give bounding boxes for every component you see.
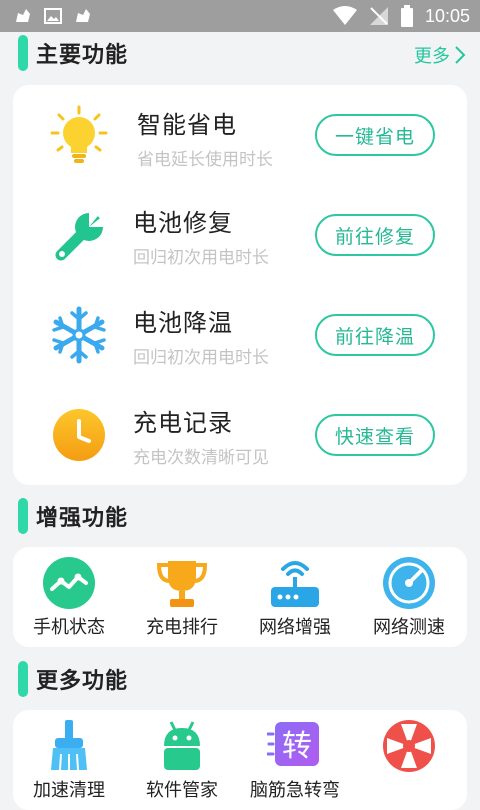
feature-row-power-saving: 智能省电 省电延长使用时长 一键省电	[13, 85, 467, 185]
clock-time: 10:05	[424, 5, 470, 26]
feature-row-battery-repair: 电池修复 回归初次用电时长 前往修复	[13, 185, 467, 285]
feature-title: 电池修复	[133, 209, 233, 237]
wrench-icon	[55, 207, 109, 261]
power-saving-button[interactable]: 一键省电	[315, 114, 435, 156]
no-signal-icon	[369, 7, 388, 25]
grid-label: 网络增强	[259, 617, 331, 638]
main-functions-card: 智能省电 省电延长使用时长 一键省电 电池修复 回归初次用电时长 前往修复 电池…	[13, 85, 467, 485]
more-functions-card: 加速清理 软件管家 转 脑筋急转弯	[13, 710, 467, 810]
router-icon	[271, 561, 319, 607]
main-section-header: 主要功能	[18, 35, 128, 71]
more-section-header: 更多功能	[18, 661, 128, 697]
phone-status-icon	[43, 557, 95, 609]
trophy-icon	[156, 561, 208, 607]
feature-subtitle: 回归初次用电时长	[133, 348, 269, 368]
lightbulb-icon	[50, 105, 108, 163]
battery-repair-button[interactable]: 前往修复	[315, 214, 435, 256]
enhance-section-title: 增强功能	[36, 506, 129, 531]
section-accent-bar	[18, 661, 28, 697]
grid-label: 手机状态	[33, 617, 105, 638]
zhuan-glyph: 转	[282, 729, 312, 764]
section-accent-bar	[18, 35, 28, 71]
feature-subtitle: 充电次数清晰可见	[133, 448, 269, 468]
charge-record-button[interactable]: 快速查看	[315, 414, 435, 456]
feature-title: 充电记录	[133, 409, 233, 437]
grid-item-app-manager[interactable]: 软件管家	[126, 710, 238, 810]
grid-label: 脑筋急转弯	[250, 780, 340, 801]
notification-icon	[76, 9, 90, 22]
grid-item-phone-status[interactable]: 手机状态	[13, 547, 125, 647]
wheel-icon	[383, 720, 435, 772]
battery-cooling-button[interactable]: 前往降温	[315, 314, 435, 356]
more-link[interactable]: 更多	[414, 42, 466, 68]
grid-label: 网络测速	[373, 617, 445, 638]
more-label: 更多	[414, 46, 450, 67]
android-icon	[164, 721, 200, 770]
grid-label: 加速清理	[33, 780, 105, 801]
chevron-right-icon	[455, 46, 466, 64]
battery-icon	[400, 5, 413, 27]
grid-label: 充电排行	[146, 617, 218, 638]
feature-row-battery-cooling: 电池降温 回归初次用电时长 前往降温	[13, 285, 467, 385]
feature-title: 智能省电	[137, 111, 237, 139]
notification-icon	[16, 9, 30, 22]
snowflake-icon	[52, 306, 106, 364]
enhance-functions-card: 手机状态 充电排行 网络增强 网络测速	[13, 547, 467, 647]
zhuan-icon: 转	[267, 722, 319, 766]
grid-item-network-boost[interactable]: 网络增强	[239, 547, 351, 647]
status-bar: 10:05	[0, 0, 480, 32]
feature-subtitle: 回归初次用电时长	[133, 248, 269, 268]
grid-item-lucky-wheel[interactable]	[353, 710, 465, 810]
grid-item-brain-teaser[interactable]: 转 脑筋急转弯	[239, 710, 351, 810]
clock-icon	[53, 409, 105, 461]
grid-item-speed-test[interactable]: 网络测速	[353, 547, 465, 647]
feature-title: 电池降温	[133, 309, 233, 337]
feature-row-charge-record: 充电记录 充电次数清晰可见 快速查看	[13, 385, 467, 485]
speedometer-icon	[383, 557, 435, 609]
main-section-title: 主要功能	[36, 43, 129, 68]
grid-label: 软件管家	[146, 780, 218, 801]
more-section-title: 更多功能	[36, 669, 129, 694]
image-icon	[44, 8, 62, 24]
wifi-icon	[332, 6, 357, 25]
grid-item-speed-clean[interactable]: 加速清理	[13, 710, 125, 810]
broom-icon	[51, 720, 87, 771]
grid-item-charge-ranking[interactable]: 充电排行	[126, 547, 238, 647]
enhance-section-header: 增强功能	[18, 498, 128, 534]
feature-subtitle: 省电延长使用时长	[137, 150, 273, 170]
section-accent-bar	[18, 498, 28, 534]
